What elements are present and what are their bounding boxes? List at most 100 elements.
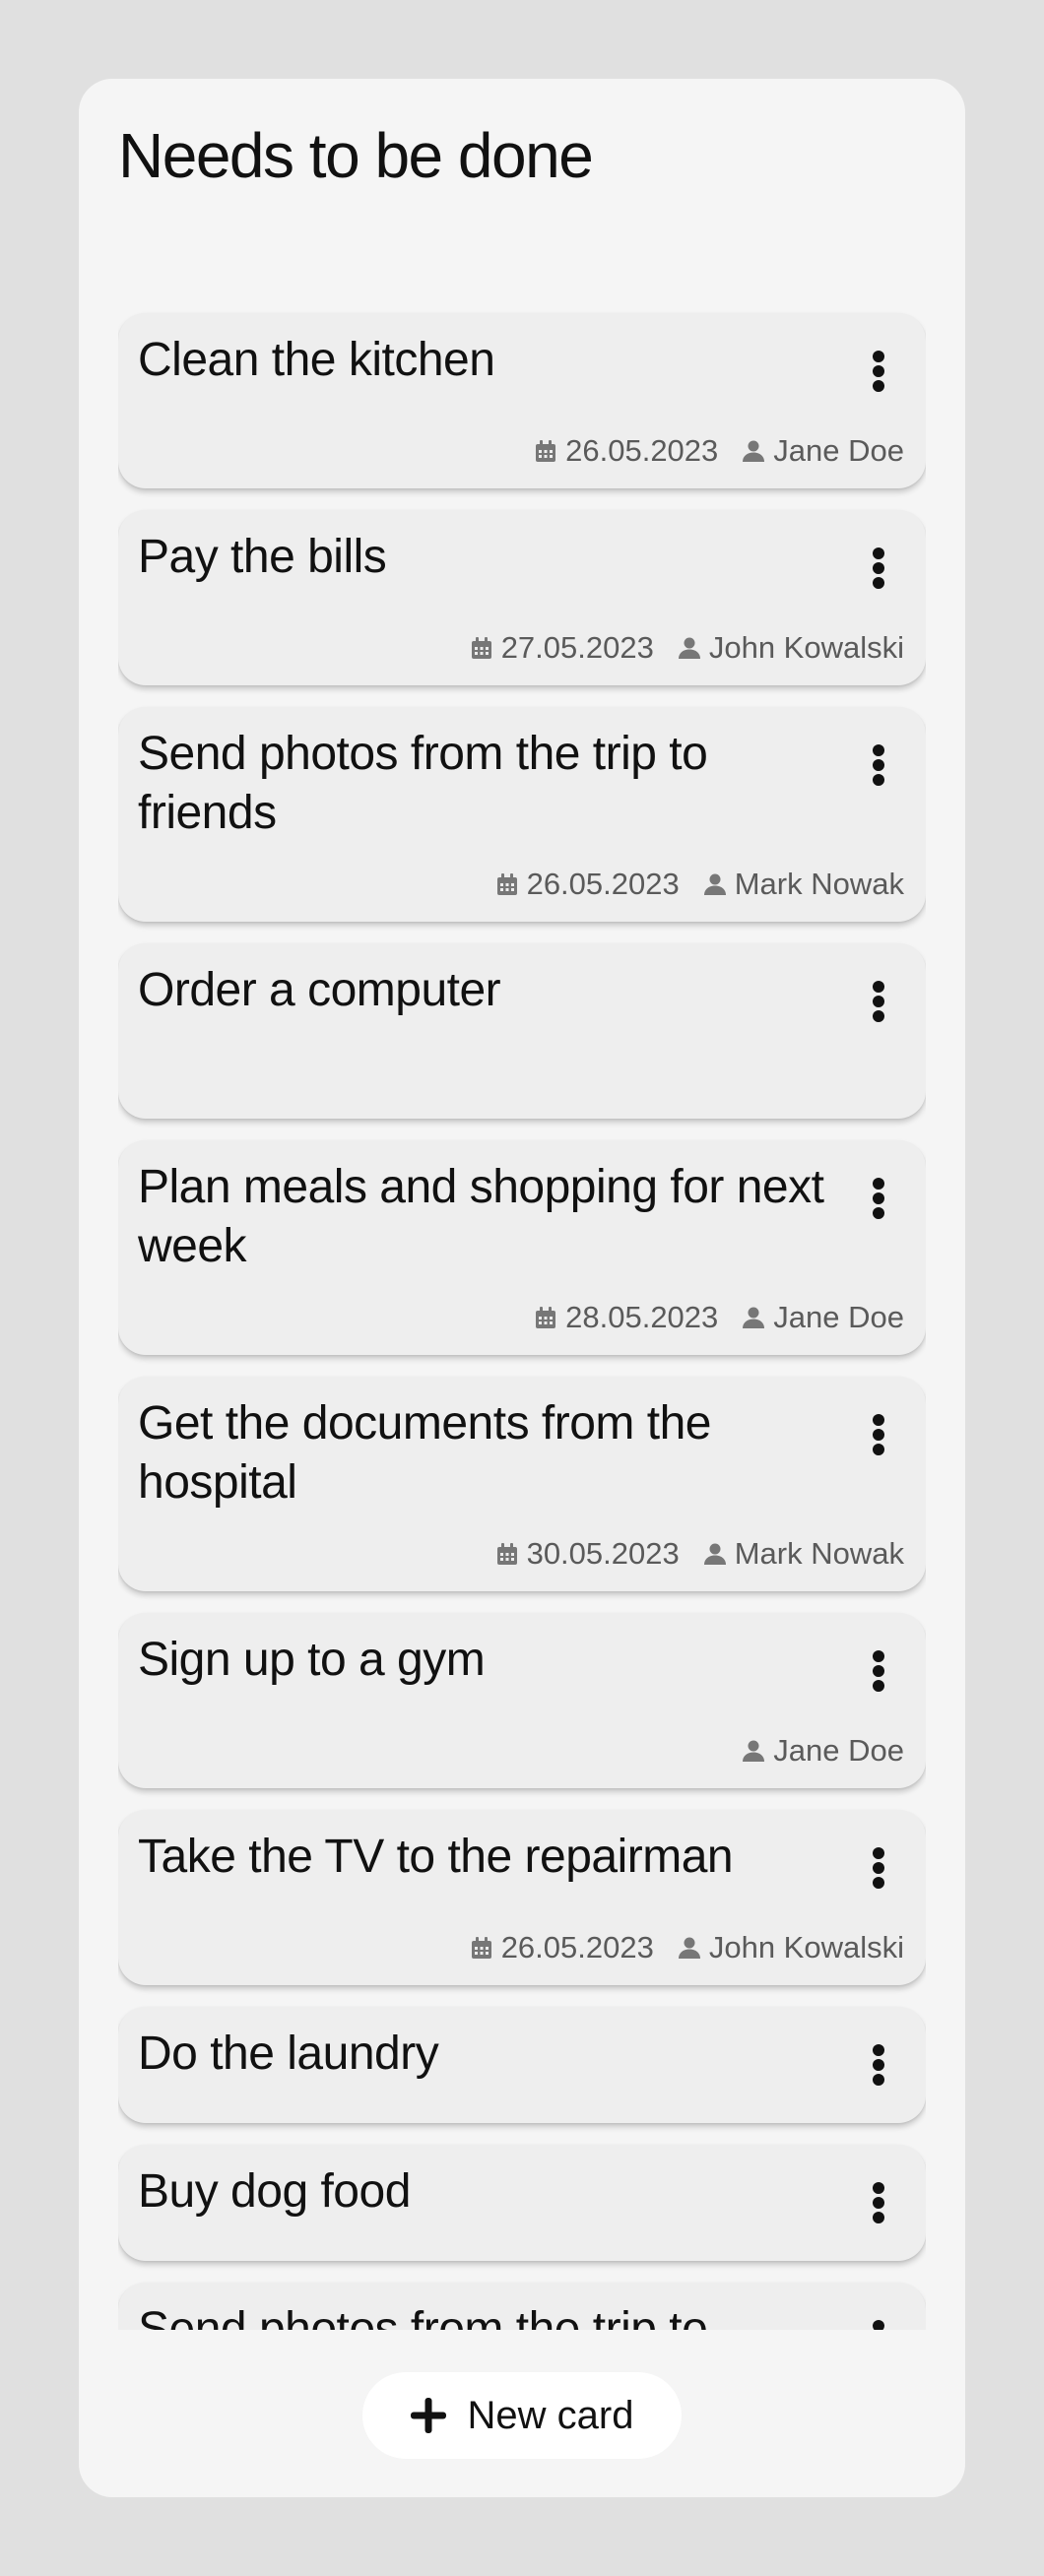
card-due-date: 27.05.2023 (470, 630, 654, 666)
user-icon (678, 1937, 700, 1959)
task-card[interactable]: Plan meals and shopping for next week 28… (118, 1140, 926, 1355)
card-list[interactable]: Clean the kitchen 26.05.2023 Jane Doe Pa… (118, 232, 926, 2330)
task-card[interactable]: Pay the bills 27.05.2023 John Kowalski (118, 510, 926, 685)
plus-icon (410, 2398, 446, 2433)
more-vertical-icon (873, 744, 884, 756)
new-card-label: New card (467, 2393, 634, 2437)
card-title: Send photos from the trip to friends (138, 2303, 708, 2330)
more-vertical-icon (873, 351, 884, 362)
card-menu-button[interactable] (871, 2182, 886, 2223)
more-vertical-icon (873, 2320, 884, 2330)
user-icon (678, 637, 700, 659)
task-card[interactable]: Sign up to a gym Jane Doe (118, 1613, 926, 1788)
card-menu-button[interactable] (871, 1178, 886, 1219)
user-icon (743, 1740, 765, 1762)
card-menu-button[interactable] (871, 547, 886, 589)
card-due-date: 26.05.2023 (470, 1930, 654, 1965)
card-date-text: 28.05.2023 (565, 1300, 719, 1334)
more-vertical-icon-dot (873, 1680, 884, 1692)
card-title: Plan meals and shopping for next week (138, 1161, 824, 1272)
more-vertical-icon-dot (873, 2212, 884, 2223)
card-title: Order a computer (138, 964, 501, 1016)
more-vertical-icon (873, 2044, 884, 2056)
more-vertical-icon-dot (873, 1429, 884, 1441)
task-card[interactable]: Take the TV to the repairman 26.05.2023 … (118, 1810, 926, 1985)
task-card[interactable]: Send photos from the trip to friends 26.… (118, 707, 926, 922)
task-card[interactable]: Do the laundry (118, 2007, 926, 2123)
calendar-icon (536, 440, 556, 462)
card-assignee-name: Mark Nowak (734, 867, 904, 901)
card-assignee: Mark Nowak (703, 867, 904, 902)
card-title: Buy dog food (138, 2165, 411, 2218)
more-vertical-icon-dot (873, 2074, 884, 2086)
more-vertical-icon (873, 547, 884, 559)
task-card[interactable]: Send photos from the trip to friends (118, 2283, 926, 2330)
card-due-date: 26.05.2023 (495, 867, 680, 902)
calendar-icon (536, 1307, 556, 1328)
card-assignee: John Kowalski (678, 630, 904, 666)
calendar-icon (496, 873, 517, 895)
card-title: Sign up to a gym (138, 1634, 486, 1686)
more-vertical-icon-dot (873, 2197, 884, 2209)
card-menu-button[interactable] (871, 351, 886, 392)
card-assignee: John Kowalski (678, 1930, 904, 1965)
card-meta: Jane Doe (742, 1733, 904, 1769)
card-assignee-name: Jane Doe (773, 1733, 904, 1768)
card-meta: 27.05.2023 John Kowalski (470, 630, 904, 666)
more-vertical-icon-dot (873, 1862, 884, 1874)
more-vertical-icon-dot (873, 1010, 884, 1022)
task-card[interactable]: Buy dog food (118, 2145, 926, 2261)
more-vertical-icon-dot (873, 1665, 884, 1677)
calendar-icon (471, 1937, 491, 1959)
card-title: Get the documents from the hospital (138, 1397, 711, 1509)
task-card[interactable]: Clean the kitchen 26.05.2023 Jane Doe (118, 313, 926, 488)
card-assignee: Mark Nowak (703, 1536, 904, 1572)
card-date-text: 30.05.2023 (526, 1536, 680, 1571)
card-menu-button[interactable] (871, 744, 886, 786)
card-title: Clean the kitchen (138, 334, 495, 386)
card-menu-button[interactable] (871, 2044, 886, 2086)
more-vertical-icon (873, 1847, 884, 1859)
more-vertical-icon-dot (873, 1444, 884, 1455)
card-menu-button[interactable] (871, 1847, 886, 1889)
more-vertical-icon (873, 2182, 884, 2194)
more-vertical-icon-dot (873, 365, 884, 377)
card-title: Do the laundry (138, 2028, 439, 2080)
more-vertical-icon (873, 1178, 884, 1190)
more-vertical-icon-dot (873, 2059, 884, 2071)
card-menu-button[interactable] (871, 1650, 886, 1692)
card-assignee-name: John Kowalski (708, 1930, 904, 1964)
card-meta: 30.05.2023 Mark Nowak (495, 1536, 904, 1572)
card-date-text: 27.05.2023 (500, 630, 654, 665)
card-menu-button[interactable] (871, 981, 886, 1022)
card-assignee: Jane Doe (742, 1300, 904, 1335)
task-card[interactable]: Get the documents from the hospital 30.0… (118, 1377, 926, 1591)
card-menu-button[interactable] (871, 1414, 886, 1455)
task-card[interactable]: Order a computer (118, 943, 926, 1119)
card-assignee-name: Jane Doe (773, 1300, 904, 1334)
new-card-button[interactable]: New card (362, 2372, 682, 2459)
card-menu-button[interactable] (871, 2320, 886, 2330)
card-meta: 26.05.2023 John Kowalski (470, 1930, 904, 1965)
card-assignee-name: John Kowalski (708, 630, 904, 665)
more-vertical-icon (873, 1414, 884, 1426)
card-assignee: Jane Doe (742, 1733, 904, 1769)
more-vertical-icon-dot (873, 380, 884, 392)
calendar-icon (471, 637, 491, 659)
calendar-icon (496, 1543, 517, 1565)
card-date-text: 26.05.2023 (500, 1930, 654, 1964)
more-vertical-icon (873, 1650, 884, 1662)
more-vertical-icon-dot (873, 774, 884, 786)
more-vertical-icon-dot (873, 577, 884, 589)
more-vertical-icon-dot (873, 562, 884, 574)
card-meta: 26.05.2023 Mark Nowak (495, 867, 904, 902)
user-icon (703, 873, 726, 895)
card-title: Pay the bills (138, 531, 387, 583)
card-due-date: 30.05.2023 (495, 1536, 680, 1572)
card-due-date: 26.05.2023 (534, 433, 718, 469)
card-date-text: 26.05.2023 (526, 867, 680, 901)
user-icon (703, 1543, 726, 1565)
card-assignee-name: Jane Doe (773, 433, 904, 468)
more-vertical-icon-dot (873, 1192, 884, 1204)
user-icon (743, 1307, 765, 1328)
